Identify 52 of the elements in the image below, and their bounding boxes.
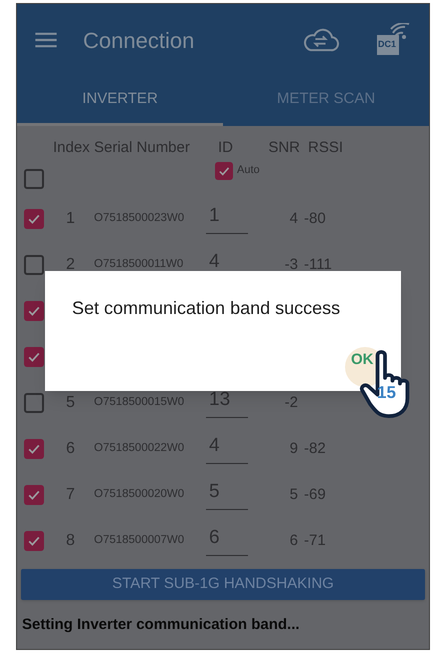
status-message: Setting Inverter communication band... bbox=[22, 615, 301, 635]
serial-number: O7518500023W0 bbox=[94, 211, 186, 226]
checkbox[interactable] bbox=[24, 347, 44, 367]
device-label: DC1 bbox=[378, 40, 396, 49]
auto-checkbox[interactable] bbox=[215, 162, 233, 180]
checkbox[interactable] bbox=[24, 485, 44, 505]
serial-number: O7518500011W0 bbox=[94, 257, 184, 272]
row-index: 6 bbox=[65, 439, 76, 459]
id-field[interactable]: 6 bbox=[206, 526, 248, 556]
checkbox[interactable] bbox=[24, 255, 44, 275]
serial-number: O7518500020W0 bbox=[94, 487, 186, 502]
checkbox[interactable] bbox=[24, 301, 44, 321]
snr-value: 6 bbox=[288, 530, 299, 551]
checkbox[interactable] bbox=[24, 439, 44, 459]
column-header: SNR bbox=[267, 138, 301, 158]
rssi-value: -80 bbox=[304, 208, 327, 229]
dialog-message: Set communication band success bbox=[72, 297, 340, 320]
ok-button[interactable]: OK bbox=[351, 349, 374, 372]
id-field[interactable]: 4 bbox=[206, 434, 248, 464]
row-index: 1 bbox=[65, 209, 76, 229]
snr-value: -3 bbox=[284, 254, 299, 275]
screen-title: Connection bbox=[83, 26, 196, 54]
column-header: RSSI bbox=[307, 138, 344, 158]
row-index: 8 bbox=[65, 531, 76, 551]
tab[interactable]: INVERTER bbox=[17, 76, 223, 126]
column-header: ID bbox=[217, 138, 234, 158]
auto-label: Auto bbox=[237, 163, 260, 178]
snr-value: 9 bbox=[288, 438, 299, 459]
rssi-value: -82 bbox=[304, 438, 327, 459]
column-header: Index bbox=[52, 138, 91, 158]
row-index: 2 bbox=[65, 255, 76, 275]
rssi-value: -111 bbox=[304, 254, 333, 275]
column-header: Serial Number bbox=[94, 138, 191, 158]
menu-icon[interactable] bbox=[35, 32, 57, 48]
rssi-value: -69 bbox=[304, 484, 327, 505]
serial-number: O7518500015W0 bbox=[94, 395, 186, 410]
id-field[interactable]: 5 bbox=[206, 480, 248, 510]
rssi-value: -71 bbox=[304, 530, 327, 551]
snr-value: 5 bbox=[288, 484, 299, 505]
snr-value: 4 bbox=[288, 208, 299, 229]
serial-number: O7518500007W0 bbox=[94, 533, 186, 548]
start-handshaking-button[interactable]: START SUB-1G HANDSHAKING bbox=[21, 569, 425, 600]
checkbox[interactable] bbox=[24, 531, 44, 551]
checkbox[interactable] bbox=[24, 393, 44, 413]
id-field[interactable]: 1 bbox=[206, 204, 248, 234]
tab[interactable]: METER SCAN bbox=[223, 76, 429, 126]
cloud-sync-icon[interactable] bbox=[301, 28, 339, 52]
serial-number: O7518500022W0 bbox=[94, 441, 186, 456]
checkbox[interactable] bbox=[24, 209, 44, 229]
select-all-checkbox[interactable] bbox=[24, 169, 44, 189]
row-index: 7 bbox=[65, 485, 76, 505]
step-number: 15 bbox=[377, 384, 396, 401]
